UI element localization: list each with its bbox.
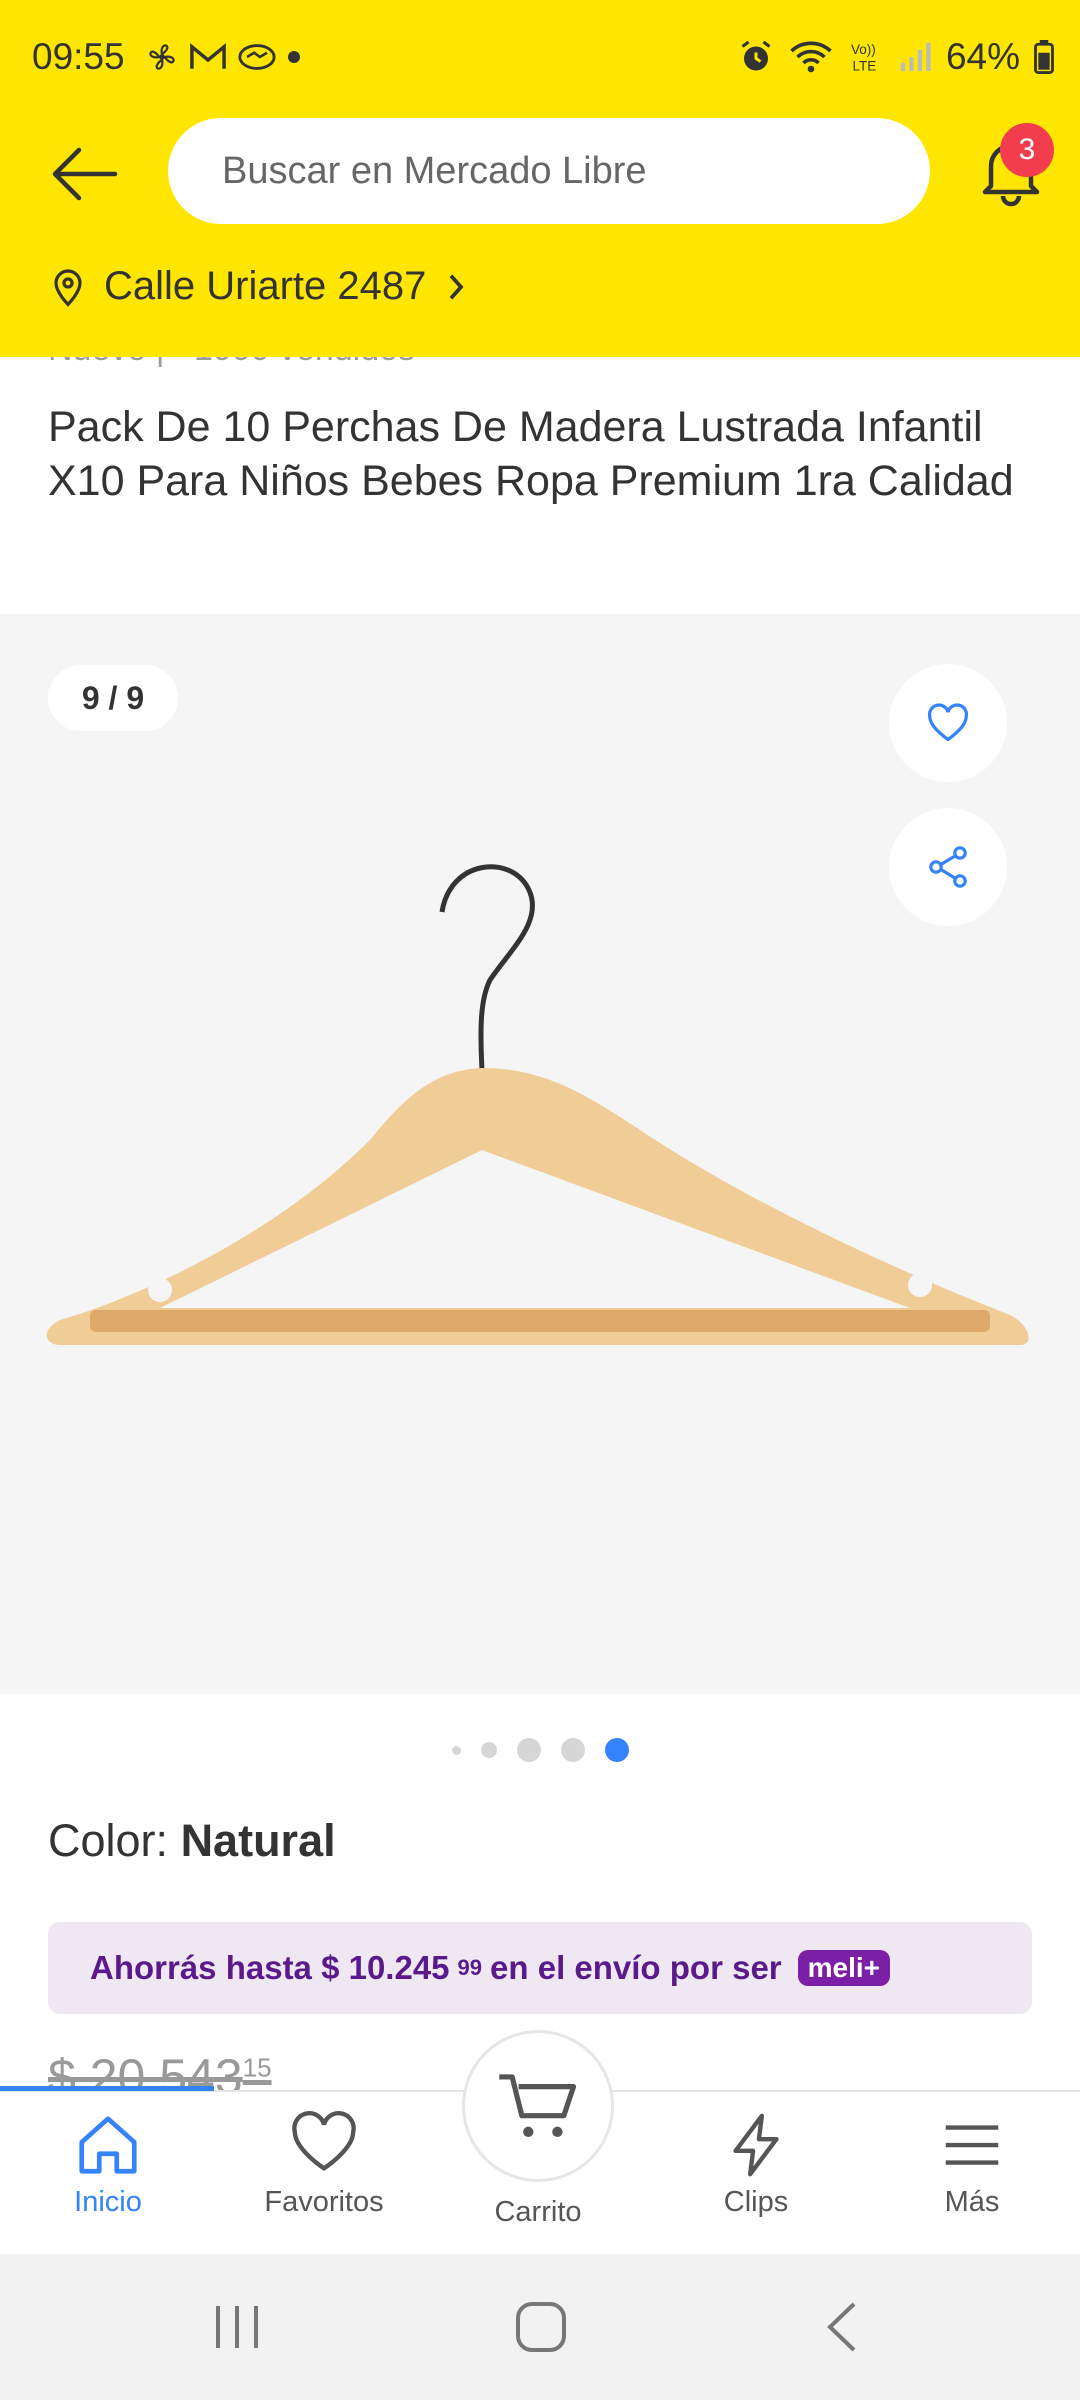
status-notification-icons: [145, 40, 301, 74]
home-icon: [79, 2116, 137, 2174]
system-back-button[interactable]: [822, 2300, 862, 2354]
home-button[interactable]: [512, 2298, 570, 2356]
notification-badge: 3: [1000, 123, 1054, 177]
battery-icon: [1034, 40, 1054, 74]
nav-label-carrito: Carrito: [494, 2196, 582, 2228]
gmail-icon: [190, 43, 226, 69]
address-selector[interactable]: Calle Uriarte 2487: [52, 264, 466, 309]
search-input[interactable]: Buscar en Mercado Libre: [168, 118, 930, 224]
nav-item-carrito[interactable]: [462, 2030, 614, 2182]
color-label: Color:: [48, 1815, 169, 1866]
svg-text:LTE: LTE: [852, 59, 876, 74]
back-button[interactable]: [44, 134, 124, 214]
nav-label-clips: Clips: [723, 2186, 789, 2218]
search-placeholder: Buscar en Mercado Libre: [222, 149, 647, 192]
nav-item-favoritos[interactable]: Favoritos: [234, 2110, 414, 2219]
dot-icon: [288, 51, 300, 63]
gallery-dot: [560, 1738, 585, 1762]
product-title: Pack De 10 Perchas De Madera Lustrada In…: [48, 403, 1014, 505]
nav-label-inicio: Inicio: [74, 2186, 142, 2218]
svg-text:Vo)): Vo)): [851, 42, 876, 57]
product-image-hanger: [46, 864, 1029, 1345]
menu-icon: [945, 2125, 999, 2165]
wifi-icon: [790, 41, 832, 73]
color-selector[interactable]: Color: Natural: [48, 1815, 336, 1867]
gallery-counter: 9 / 9: [48, 665, 178, 731]
location-pin-icon: [54, 268, 82, 307]
status-right: Vo)) LTE 64%: [738, 36, 1054, 78]
nav-item-inicio[interactable]: Inicio: [18, 2110, 198, 2219]
battery-percent: 64%: [945, 36, 1020, 77]
gallery-dot: [480, 1742, 497, 1758]
meli-plus-badge: meli+: [797, 1950, 891, 1986]
fan-icon: [149, 44, 175, 70]
lightning-icon: [733, 2113, 779, 2177]
gallery-dot: [516, 1738, 541, 1762]
nav-item-clips[interactable]: Clips: [666, 2110, 846, 2219]
gallery-dot: [451, 1745, 461, 1755]
handshake-icon: [238, 44, 276, 70]
meli-banner-cents: 99: [457, 1955, 483, 1980]
status-time: 09:55: [32, 36, 125, 77]
meli-plus-banner[interactable]: Ahorrás hasta $ 10.245 99 en el envío por…: [48, 1922, 1032, 2014]
arrow-left-icon: [52, 147, 118, 201]
meli-banner-suffix: en el envío por ser: [490, 1949, 782, 1986]
scroll-progress-indicator: [0, 2086, 214, 2091]
chevron-right-icon: [449, 274, 464, 299]
gallery-dot-active: [604, 1738, 629, 1762]
nav-item-mas[interactable]: Más: [882, 2110, 1062, 2219]
nav-label-mas: Más: [944, 2186, 1000, 2218]
recent-apps-button[interactable]: [210, 2300, 264, 2354]
nav-label-favoritos: Favoritos: [264, 2186, 384, 2218]
address-text: Calle Uriarte 2487: [104, 264, 427, 308]
alarm-icon: [741, 40, 771, 71]
heart-icon: [292, 2111, 356, 2171]
old-price-cents: 15: [242, 2052, 272, 2083]
gallery-pagination: [0, 1738, 1080, 1762]
volte-icon: Vo)) LTE: [851, 42, 876, 74]
heart-icon: [927, 703, 969, 742]
cart-icon: [499, 2074, 577, 2138]
meli-banner-prefix: Ahorrás hasta $ 10.245: [90, 1949, 450, 1986]
color-value: Natural: [180, 1815, 336, 1866]
favorite-button[interactable]: [889, 664, 1007, 782]
signal-icon: [900, 42, 931, 72]
